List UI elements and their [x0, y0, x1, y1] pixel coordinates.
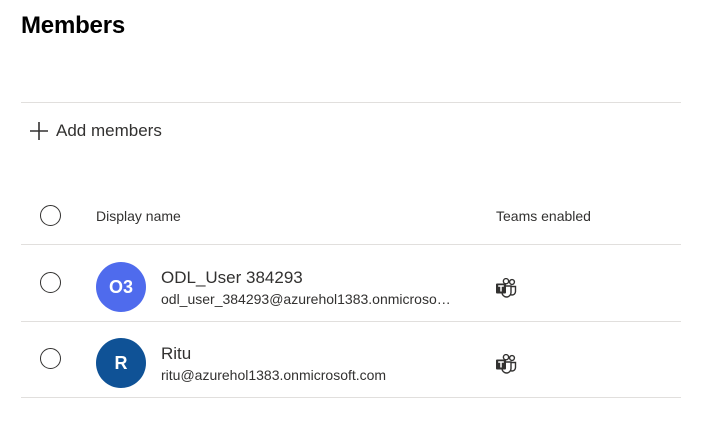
row-select-checkbox[interactable]: [40, 272, 61, 293]
select-all-checkbox[interactable]: [40, 205, 61, 226]
add-members-button[interactable]: Add members: [28, 118, 162, 144]
teams-icon: [496, 278, 517, 298]
divider: [21, 397, 681, 398]
teams-icon: [496, 354, 517, 374]
divider: [21, 244, 681, 245]
column-header-teams-enabled[interactable]: Teams enabled: [496, 208, 591, 224]
member-email: ritu@azurehol1383.onmicrosoft.com: [161, 367, 387, 383]
avatar: O3: [96, 262, 146, 312]
member-display-name[interactable]: ODL_User 384293: [161, 268, 303, 288]
row-select-checkbox[interactable]: [40, 348, 61, 369]
add-members-label: Add members: [56, 121, 162, 140]
page-title: Members: [21, 12, 125, 39]
plus-icon: [30, 122, 48, 140]
divider: [21, 102, 681, 103]
member-email: odl_user_384293@azurehol1383.onmicrosoft…: [161, 291, 453, 307]
divider: [21, 321, 681, 322]
member-display-name[interactable]: Ritu: [161, 344, 191, 364]
avatar: R: [96, 338, 146, 388]
column-header-display-name[interactable]: Display name: [96, 208, 181, 224]
members-page: Members Add members Display name Teams e…: [0, 0, 711, 439]
